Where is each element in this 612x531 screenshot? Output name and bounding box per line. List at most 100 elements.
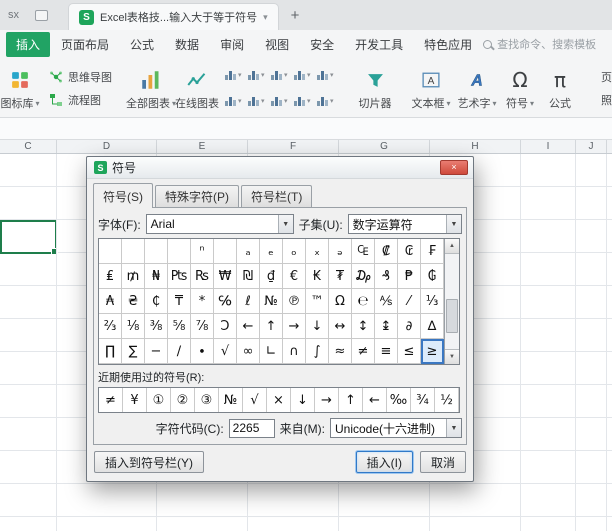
scroll-down-button[interactable]: ▼ (445, 349, 459, 364)
symbol-cell[interactable]: ₰ (375, 264, 398, 289)
column-header-C[interactable]: C (0, 140, 57, 153)
ribbon-scatter-chart-button[interactable]: ▾ (225, 89, 245, 114)
column-header-E[interactable]: E (157, 140, 248, 153)
ribbon-header-footer-button[interactable]: 页眉页脚 (596, 69, 612, 85)
command-search[interactable]: 查找命令、搜索模板 (483, 36, 596, 52)
symbol-cell[interactable] (99, 239, 122, 264)
subset-select[interactable]: 数字运算符 ▼ (347, 214, 462, 234)
symbol-cell[interactable]: ₮ (329, 264, 352, 289)
symbol-cell[interactable]: ₑ (260, 239, 283, 264)
symbol-cell[interactable]: ₓ (306, 239, 329, 264)
symbol-cell[interactable]: № (260, 289, 283, 314)
symbol-cell[interactable]: ™ (306, 289, 329, 314)
recent-symbol-cell[interactable]: ↓ (291, 388, 315, 412)
symbol-cell[interactable]: * (191, 289, 214, 314)
symbol-cell[interactable]: ℮ (352, 289, 375, 314)
insert-button[interactable]: 插入(I) (355, 451, 413, 473)
symbol-cell[interactable]: ₲ (421, 264, 444, 289)
ribbon-wordart-button[interactable]: A 艺术字 ▾ (454, 61, 500, 115)
symbol-cell[interactable]: ≡ (375, 339, 398, 364)
symbol-cell[interactable]: ≠ (352, 339, 375, 364)
comment-icon[interactable] (35, 10, 48, 21)
selected-cell[interactable] (0, 220, 58, 255)
symbol-cell[interactable]: ∂ (398, 314, 421, 339)
char-code-input[interactable] (228, 418, 275, 438)
symbol-cell[interactable]: − (145, 339, 168, 364)
symbol-cell[interactable]: ₱ (398, 264, 421, 289)
chevron-down-icon[interactable]: ▼ (446, 215, 461, 233)
ribbon-textbox-button[interactable]: A 文本框 ▾ (408, 61, 454, 115)
recent-symbol-cell[interactable]: × (267, 388, 291, 412)
symbol-cell[interactable]: ₴ (122, 289, 145, 314)
symbol-cell[interactable]: ≈ (329, 339, 352, 364)
cancel-button[interactable]: 取消 (419, 451, 466, 473)
ribbon-column-chart-button[interactable]: ▾ (225, 63, 245, 88)
symbol-cell[interactable]: ← (237, 314, 260, 339)
symbol-cell[interactable]: ↓ (306, 314, 329, 339)
ribbon-area-chart-button[interactable]: ▾ (317, 63, 337, 88)
recent-symbol-cell[interactable]: ¾ (411, 388, 435, 412)
symbol-cell[interactable]: ∑ (122, 339, 145, 364)
symbol-cell[interactable]: ₥ (122, 264, 145, 289)
symbol-cell[interactable]: ↔ (329, 314, 352, 339)
menu-tab-插入[interactable]: 插入 (6, 31, 51, 57)
ribbon-flowchart-button[interactable]: 流程图 (49, 92, 112, 108)
ribbon-combo-chart-button[interactable]: ▾ (294, 89, 314, 114)
chevron-down-icon[interactable]: ▼ (277, 215, 293, 233)
menu-tab-安全[interactable]: 安全 (300, 32, 344, 57)
symbol-cell[interactable]: ₔ (329, 239, 352, 264)
ribbon-stock-chart-button[interactable]: ▾ (248, 89, 268, 114)
menu-tab-开发工具[interactable]: 开发工具 (345, 32, 413, 57)
symbol-cell[interactable] (122, 239, 145, 264)
symbol-cell[interactable]: ∫ (306, 339, 329, 364)
scroll-thumb[interactable] (446, 299, 458, 333)
recent-symbol-cell[interactable]: ← (363, 388, 387, 412)
symbol-cell[interactable]: ₒ (283, 239, 306, 264)
ribbon-bar-chart-button[interactable]: ▾ (294, 63, 314, 88)
menu-tab-公式[interactable]: 公式 (120, 32, 164, 57)
symbol-cell[interactable]: ℗ (283, 289, 306, 314)
recent-symbol-cell[interactable]: ① (147, 388, 171, 412)
symbol-cell[interactable]: € (283, 264, 306, 289)
symbol-cell[interactable]: ₪ (237, 264, 260, 289)
symbol-cell[interactable]: ₡ (375, 239, 398, 264)
symbol-cell[interactable] (214, 239, 237, 264)
symbol-cell[interactable]: ₧ (168, 264, 191, 289)
symbol-cell[interactable]: ≤ (398, 339, 421, 364)
chevron-down-icon[interactable]: ▾ (263, 12, 268, 23)
column-header-I[interactable]: I (521, 140, 576, 153)
menu-tab-数据[interactable]: 数据 (165, 32, 209, 57)
symbol-cell[interactable]: ∆ (421, 314, 444, 339)
ribbon-all-charts-button[interactable]: 全部图表 ▾ (126, 61, 176, 115)
ribbon-radar-chart-button[interactable]: ▾ (271, 89, 291, 114)
recent-symbol-cell[interactable]: ≠ (99, 388, 123, 412)
symbol-cell[interactable]: ∕ (168, 339, 191, 364)
dialog-tab[interactable]: 符号(S) (93, 183, 153, 208)
symbol-cell[interactable]: ∩ (283, 339, 306, 364)
ribbon-icon-library-button[interactable]: 图标库 ▾ (0, 61, 43, 115)
symbol-cell[interactable]: ↕ (352, 314, 375, 339)
recent-symbol-cell[interactable]: ↑ (339, 388, 363, 412)
dialog-close-button[interactable]: × (440, 160, 468, 175)
symbol-cell[interactable]: ₵ (145, 289, 168, 314)
symbol-cell[interactable]: ⅔ (99, 314, 122, 339)
recent-symbol-cell[interactable]: ½ (435, 388, 459, 412)
previous-tab-fragment[interactable]: sx (8, 9, 35, 30)
symbol-cell[interactable]: ₸ (168, 289, 191, 314)
symbol-cell[interactable]: ⅓ (421, 289, 444, 314)
symbol-cell[interactable]: ↑ (260, 314, 283, 339)
column-header-G[interactable]: G (339, 140, 430, 153)
ribbon-pie-chart-button[interactable]: ▾ (271, 63, 291, 88)
chevron-down-icon[interactable]: ▼ (446, 419, 461, 437)
ribbon-line-chart-button[interactable]: ▾ (248, 63, 268, 88)
ribbon-symbol-button[interactable]: Ω 符号 ▾ (500, 61, 540, 115)
grid-scrollbar[interactable]: ▲ ▼ (444, 239, 459, 364)
symbol-cell[interactable]: ₢ (398, 239, 421, 264)
symbol-cell[interactable]: √ (214, 339, 237, 364)
column-header-J[interactable]: J (576, 140, 607, 153)
symbol-cell[interactable]: ℓ (237, 289, 260, 314)
symbol-cell[interactable]: ⅍ (375, 289, 398, 314)
ribbon-online-charts-button[interactable]: 在线图表 (174, 61, 220, 115)
from-select[interactable]: Unicode(十六进制) ▼ (330, 418, 462, 438)
symbol-cell[interactable]: ⁿ (191, 239, 214, 264)
